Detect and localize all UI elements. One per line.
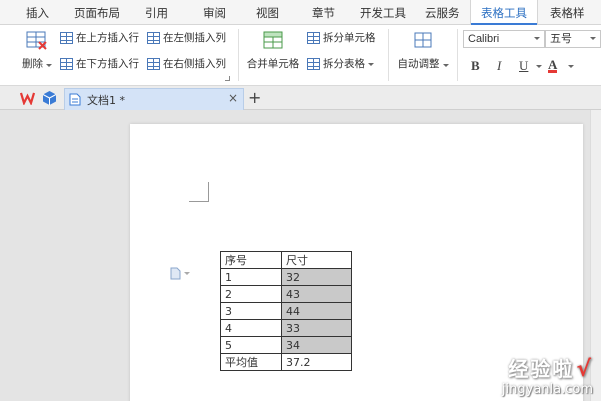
menu-page-layout[interactable]: 页面布局 [74,0,120,25]
insert-column-right-icon [147,58,160,70]
insert-column-right-button[interactable]: 在右侧插入列 [147,55,226,73]
chevron-down-icon [368,62,374,66]
table-row: 5 34 [220,336,352,354]
split-cells-label: 拆分单元格 [323,32,376,44]
table-cell[interactable]: 43 [281,285,352,303]
ribbon-divider [238,29,239,81]
chevron-down-icon[interactable] [568,65,574,68]
insert-row-below-icon [60,58,73,70]
menu-developer[interactable]: 开发工具 [360,0,406,25]
delete-table-icon [26,31,47,50]
table-row: 4 33 [220,319,352,337]
split-table-label: 拆分表格 [323,58,365,70]
close-icon[interactable]: × [228,91,238,105]
insert-row-above-icon [60,32,73,44]
chevron-down-icon [46,64,52,67]
table-header-row: 序号 尺寸 [220,251,352,269]
table-row: 2 43 [220,285,352,303]
cube-icon[interactable] [42,90,57,106]
font-size-value: 五号 [550,33,572,45]
menu-references[interactable]: 引用 [145,0,168,25]
underline-button[interactable]: U [519,56,528,76]
auto-fit-button[interactable]: 自动调整 [395,31,451,71]
table-cell[interactable]: 32 [281,268,352,286]
insert-row-below-button[interactable]: 在下方插入行 [60,55,139,73]
split-cells-button[interactable]: 拆分单元格 [307,29,376,47]
menu-bar: 插入 页面布局 引用 审阅 视图 章节 开发工具 云服务 表格工具 表格样 [0,0,601,26]
insert-column-right-label: 在右侧插入列 [163,58,226,70]
watermark-url: jingyanla.com [501,382,593,397]
font-color-button[interactable]: A [548,56,558,73]
menu-review[interactable]: 审阅 [203,0,226,25]
table-cell[interactable]: 33 [281,319,352,337]
new-tab-button[interactable]: + [248,88,261,108]
document-workspace: 序号 尺寸 1 32 2 43 3 44 4 33 5 34 平均值 37.2 … [0,110,601,401]
font-name-select[interactable]: Calibri [463,30,545,48]
table-footer-row: 平均值 37.2 [220,353,352,371]
font-name-value: Calibri [468,33,500,45]
table-cell[interactable]: 1 [220,268,282,286]
merge-cells-button[interactable]: 合并单元格 [244,31,302,71]
split-table-button[interactable]: 拆分表格 [307,55,374,73]
table-cell[interactable]: 尺寸 [281,251,352,269]
menu-view[interactable]: 视图 [256,0,279,25]
menu-table-tools[interactable]: 表格工具 [470,0,538,26]
split-cells-icon [307,32,320,44]
table-cell[interactable]: 34 [281,336,352,354]
wps-logo-icon[interactable] [20,91,35,105]
ribbon-divider [388,29,389,81]
table-cell[interactable]: 37.2 [281,353,352,371]
merge-cells-label: 合并单元格 [246,58,300,70]
table-row: 1 32 [220,268,352,286]
check-icon: √ [576,357,593,382]
rows-columns-launcher-icon[interactable] [225,76,230,81]
table-cell[interactable]: 4 [220,319,282,337]
document-tab[interactable]: 文档1 * × [64,88,244,110]
menu-section[interactable]: 章节 [312,0,335,25]
delete-button[interactable]: 删除 [20,31,54,71]
ribbon: 删除 在上方插入行 在下方插入行 在左侧插入列 在右侧插入列 合并单元格 拆分单… [0,25,601,86]
table-row: 3 44 [220,302,352,320]
data-table[interactable]: 序号 尺寸 1 32 2 43 3 44 4 33 5 34 平均值 37.2 [220,251,352,371]
chevron-down-icon [442,64,449,67]
ribbon-divider [457,29,458,81]
document-icon [69,93,81,106]
chevron-down-icon [184,272,190,275]
table-cell[interactable]: 5 [220,336,282,354]
watermark: 经验啦√ jingyanla.com [502,353,593,397]
insert-column-left-icon [147,32,160,44]
chevron-down-icon[interactable] [536,65,542,68]
table-cell[interactable]: 2 [220,285,282,303]
merge-cells-icon [263,31,283,49]
auto-fit-icon [414,32,432,48]
italic-button[interactable]: I [497,56,501,76]
insert-column-left-button[interactable]: 在左侧插入列 [147,29,226,47]
delete-label: 删除 [22,58,43,70]
table-cell[interactable]: 平均值 [220,353,282,371]
document-tab-bar: 文档1 * × + [0,86,601,110]
insert-row-above-button[interactable]: 在上方插入行 [60,29,139,47]
insert-column-left-label: 在左侧插入列 [163,32,226,44]
chevron-down-icon [590,37,596,40]
menu-insert[interactable]: 插入 [26,0,49,25]
insert-row-above-label: 在上方插入行 [76,32,139,44]
menu-table-style[interactable]: 表格样 [550,0,585,25]
paragraph-icon [170,267,181,280]
split-table-icon [307,58,320,70]
menu-cloud-service[interactable]: 云服务 [425,0,460,25]
auto-fit-label: 自动调整 [397,58,440,70]
table-side-handle[interactable] [170,267,190,280]
table-cell[interactable]: 44 [281,302,352,320]
font-size-select[interactable]: 五号 [545,30,601,48]
margin-corner-mark [189,182,209,202]
insert-row-below-label: 在下方插入行 [76,58,139,70]
chevron-down-icon [534,37,540,40]
document-tab-title: 文档1 * [87,93,125,107]
table-cell[interactable]: 3 [220,302,282,320]
bold-button[interactable]: B [471,56,480,76]
table-cell[interactable]: 序号 [220,251,282,269]
watermark-title: 经验啦√ [508,357,593,382]
